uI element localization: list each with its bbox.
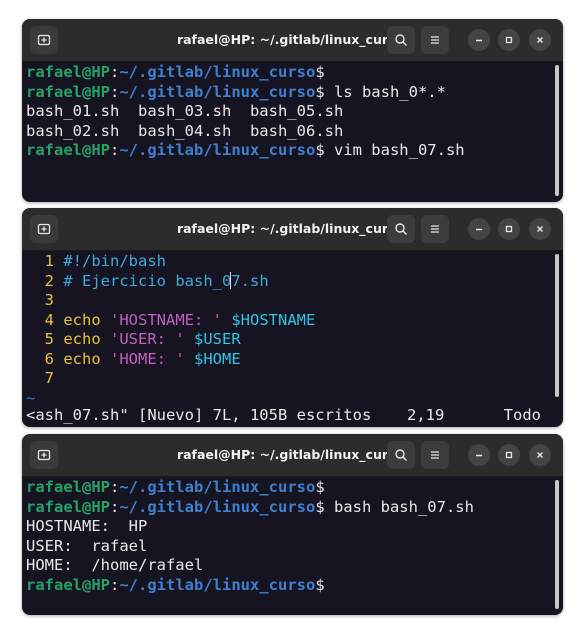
menu-button[interactable] (421, 215, 449, 243)
new-tab-icon (37, 223, 51, 235)
menu-button[interactable] (421, 26, 449, 54)
close-button[interactable] (529, 29, 551, 51)
output-line: HOSTNAME: HP (26, 517, 148, 535)
close-icon (537, 226, 543, 232)
maximize-button[interactable] (498, 218, 520, 240)
close-icon (537, 452, 543, 458)
scrollbar[interactable] (555, 65, 559, 196)
terminal-output[interactable]: rafael@HP:~/.gitlab/linux_curso$ rafael@H… (26, 478, 549, 595)
minimize-button[interactable] (468, 29, 490, 51)
maximize-icon (505, 225, 513, 233)
new-tab-button[interactable] (30, 26, 58, 54)
maximize-icon (505, 36, 513, 44)
vim-line: 5 echo 'USER: ' $USER (44, 330, 241, 348)
vim-line: 7 (44, 369, 54, 387)
output-line: bash_01.sh bash_03.sh bash_05.sh (26, 102, 344, 120)
output-line: bash_02.sh bash_04.sh bash_06.sh (26, 121, 344, 140)
vim-line: 4 echo 'HOSTNAME: ' $HOSTNAME (44, 310, 316, 329)
title-bar[interactable]: rafael@HP: ~/.gitlab/linux_curso (22, 208, 563, 251)
new-tab-icon (37, 449, 51, 461)
prompt-line: rafael@HP:~/.gitlab/linux_curso$ (26, 575, 325, 594)
prompt-line: rafael@HP:~/.gitlab/linux_curso$ (26, 63, 325, 81)
new-tab-button[interactable] (30, 441, 58, 469)
title-bar[interactable]: rafael@HP: ~/.gitlab/linux_curso (22, 19, 563, 62)
hamburger-menu-icon (431, 36, 439, 44)
close-icon (537, 37, 543, 43)
hamburger-menu-icon (431, 451, 439, 459)
search-icon (395, 34, 407, 46)
vim-line: 6 echo 'HOME: ' $HOME (44, 349, 241, 368)
new-tab-button[interactable] (30, 215, 58, 243)
maximize-button[interactable] (498, 444, 520, 466)
search-button[interactable] (387, 215, 415, 243)
new-tab-icon (37, 34, 51, 46)
scrollbar[interactable] (555, 480, 559, 609)
output-line: USER: rafael (26, 536, 148, 555)
prompt-line: rafael@HP:~/.gitlab/linux_curso$ ls bash… (26, 82, 446, 101)
vim-line: 1 #!/bin/bash (44, 252, 166, 270)
search-button[interactable] (387, 26, 415, 54)
search-button[interactable] (387, 441, 415, 469)
prompt-line: rafael@HP:~/.gitlab/linux_curso$ (26, 478, 325, 496)
output-line: HOME: /home/rafael (26, 556, 204, 574)
minimize-icon (476, 39, 482, 42)
terminal-window-1[interactable]: rafael@HP: ~/.gitlab/linux_curso rafael@… (22, 19, 563, 202)
close-button[interactable] (529, 444, 551, 466)
close-button[interactable] (529, 218, 551, 240)
vim-status-line: <ash_07.sh" [Nuevo] 7L, 105B escritos 2,1… (22, 403, 563, 427)
minimize-icon (476, 454, 482, 457)
search-icon (395, 449, 407, 461)
maximize-button[interactable] (498, 29, 520, 51)
vim-status-message: <ash_07.sh" [Nuevo] 7L, 105B escritos (26, 406, 372, 424)
scrollbar[interactable] (555, 254, 559, 397)
vim-line: 3 (44, 291, 54, 309)
vim-cursor-position: 2,19 (407, 406, 445, 424)
maximize-icon (505, 451, 513, 459)
minimize-button[interactable] (468, 218, 490, 240)
hamburger-menu-icon (431, 225, 439, 233)
vim-line: 2 # Ejercicio bash_07.sh (44, 271, 269, 290)
terminal-output[interactable]: rafael@HP:~/.gitlab/linux_curso$ rafael@H… (26, 63, 549, 161)
terminal-window-3[interactable]: rafael@HP: ~/.gitlab/linux_curso rafael@… (22, 434, 563, 615)
vim-buffer[interactable]: 1 #!/bin/bash 2 # Ejercicio bash_07.sh 3 4 … (26, 252, 549, 408)
prompt-line: rafael@HP:~/.gitlab/linux_curso$ bash ba… (26, 497, 474, 516)
vim-scroll-indicator: Todo (503, 406, 541, 424)
title-bar[interactable]: rafael@HP: ~/.gitlab/linux_curso (22, 434, 563, 477)
minimize-icon (476, 228, 482, 231)
search-icon (395, 223, 407, 235)
terminal-window-2[interactable]: rafael@HP: ~/.gitlab/linux_curso 1 #!/bi… (22, 208, 563, 427)
prompt-line: rafael@HP:~/.gitlab/linux_curso$ vim bas… (26, 141, 465, 159)
minimize-button[interactable] (468, 444, 490, 466)
menu-button[interactable] (421, 441, 449, 469)
